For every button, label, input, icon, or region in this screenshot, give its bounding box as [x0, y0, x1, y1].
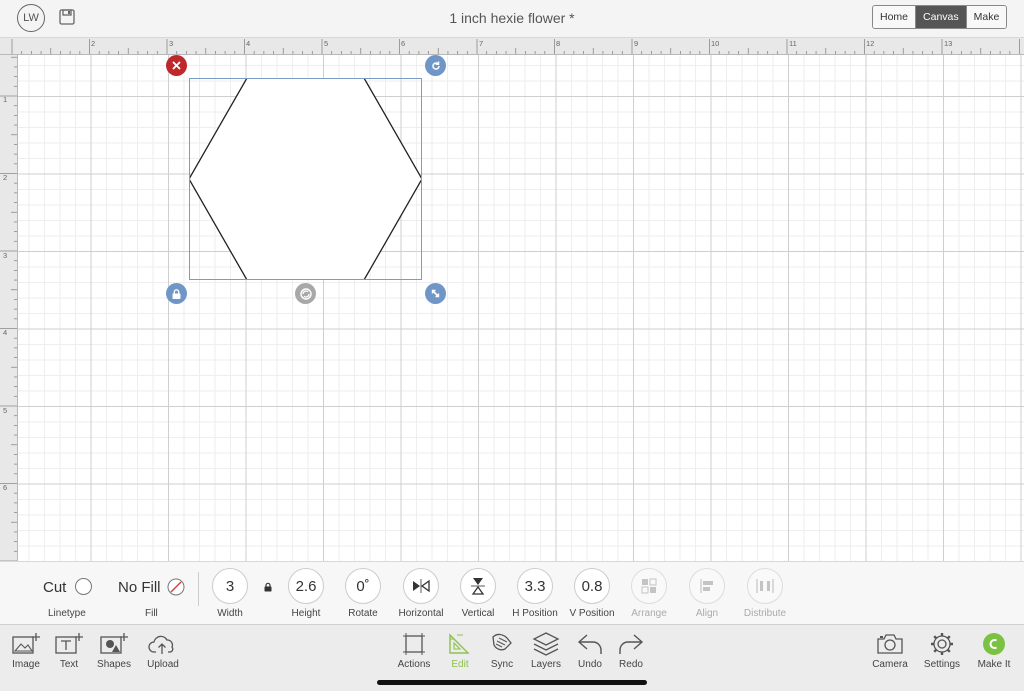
flip-horizontal-button[interactable]: [403, 568, 439, 604]
close-icon: [172, 61, 181, 70]
linetype-value[interactable]: Cut: [43, 579, 66, 596]
rotate-icon: [431, 61, 440, 70]
distribute-label: Distribute: [743, 608, 787, 619]
layers-icon: [532, 632, 560, 656]
linetype-color-swatch[interactable]: [75, 578, 92, 595]
rotate-icon: [299, 287, 312, 300]
rotate-field[interactable]: 0˚: [345, 568, 381, 604]
ruler-label: 4: [3, 328, 8, 337]
upload-icon: [148, 635, 174, 654]
flip-horizontal-icon: [413, 579, 430, 593]
rotate-handle[interactable]: [425, 55, 446, 76]
edit-icon: [449, 633, 470, 654]
properties-tray: Cut Linetype No Fill Fill 3 Width 2.6 He…: [0, 561, 1024, 624]
rotate-3d-handle[interactable]: [295, 283, 316, 304]
ruler-label: 13: [944, 39, 953, 48]
ruler-label: 12: [866, 39, 875, 48]
ruler-label: 6: [401, 39, 406, 48]
nav-canvas-button[interactable]: Canvas: [916, 6, 967, 28]
lock-icon[interactable]: [263, 582, 273, 592]
lock-icon: [172, 288, 181, 299]
ruler-label: 1: [3, 95, 8, 104]
ruler-label: 6: [3, 483, 8, 492]
ruler-label: 2: [3, 173, 8, 182]
ruler-label: 9: [634, 39, 639, 48]
settings-button[interactable]: Settings: [912, 631, 972, 670]
ruler-label: 5: [3, 406, 8, 415]
no-fill-icon[interactable]: [167, 578, 185, 596]
nav-segmented-control: Home Canvas Make: [872, 5, 1008, 29]
fill-label: Fill: [145, 608, 158, 619]
ruler-label: 5: [324, 39, 329, 48]
ruler-top-labels: 2 3 4 5 6 7 8 9 10 11 12 13: [0, 38, 1024, 55]
v-position-field[interactable]: 0.8: [574, 568, 610, 604]
design-space-app: LW 1 inch hexie flower * Home Canvas Mak…: [0, 0, 1024, 691]
gear-icon: [931, 633, 953, 655]
nav-home-button[interactable]: Home: [873, 6, 917, 28]
fill-value[interactable]: No Fill: [118, 579, 161, 596]
resize-handle[interactable]: [425, 283, 446, 304]
upload-button[interactable]: Upload: [133, 631, 193, 670]
sync-icon: [492, 633, 512, 651]
settings-label: Settings: [923, 659, 961, 670]
tray-divider: [198, 572, 199, 606]
resize-icon: [431, 289, 440, 298]
ruler-label: 2: [91, 39, 96, 48]
design-canvas[interactable]: [18, 55, 1024, 561]
upload-label: Upload: [147, 659, 179, 670]
nav-make-button[interactable]: Make: [966, 6, 1007, 28]
width-field[interactable]: 3: [212, 568, 248, 604]
distribute-button[interactable]: [747, 568, 783, 604]
redo-icon: [619, 634, 644, 654]
align-button[interactable]: [689, 568, 725, 604]
text-icon: [55, 633, 83, 654]
align-icon: [700, 579, 713, 593]
camera-icon: [877, 634, 903, 654]
flip-vertical-button[interactable]: [460, 568, 496, 604]
make-it-icon: [983, 633, 1005, 655]
arrange-button[interactable]: [631, 568, 667, 604]
lock-handle[interactable]: [166, 283, 187, 304]
ruler-label: 8: [556, 39, 561, 48]
delete-handle[interactable]: [166, 55, 187, 76]
h-position-field[interactable]: 3.3: [517, 568, 553, 604]
height-field[interactable]: 2.6: [288, 568, 324, 604]
flip-vertical-icon: [471, 578, 485, 595]
camera-button[interactable]: Camera: [860, 631, 920, 670]
camera-label: Camera: [872, 659, 908, 670]
ruler-left-labels: 1 2 3 4 5 6 7: [0, 55, 18, 570]
ruler-label: 3: [3, 251, 8, 260]
redo-button[interactable]: Redo: [601, 631, 661, 670]
redo-label: Redo: [619, 659, 643, 670]
project-title: 1 inch hexie flower *: [449, 10, 575, 26]
ruler-label: 10: [711, 39, 720, 48]
make-it-button[interactable]: Make It: [964, 631, 1024, 670]
top-bar: LW 1 inch hexie flower * Home Canvas Mak…: [0, 0, 1024, 38]
linetype-label: Linetype: [48, 608, 86, 619]
distribute-icon: [756, 579, 774, 593]
home-indicator: [377, 680, 647, 685]
ruler-label: 4: [246, 39, 251, 48]
ruler-label: 11: [789, 39, 797, 48]
arrange-icon: [641, 578, 657, 594]
ruler-label: 3: [169, 39, 174, 48]
actions-icon: [403, 633, 425, 655]
make-it-label: Make It: [977, 659, 1011, 670]
image-icon: [12, 633, 40, 654]
selection-box: [189, 78, 422, 280]
ruler-label: 7: [479, 39, 484, 48]
shapes-icon: [100, 633, 128, 654]
